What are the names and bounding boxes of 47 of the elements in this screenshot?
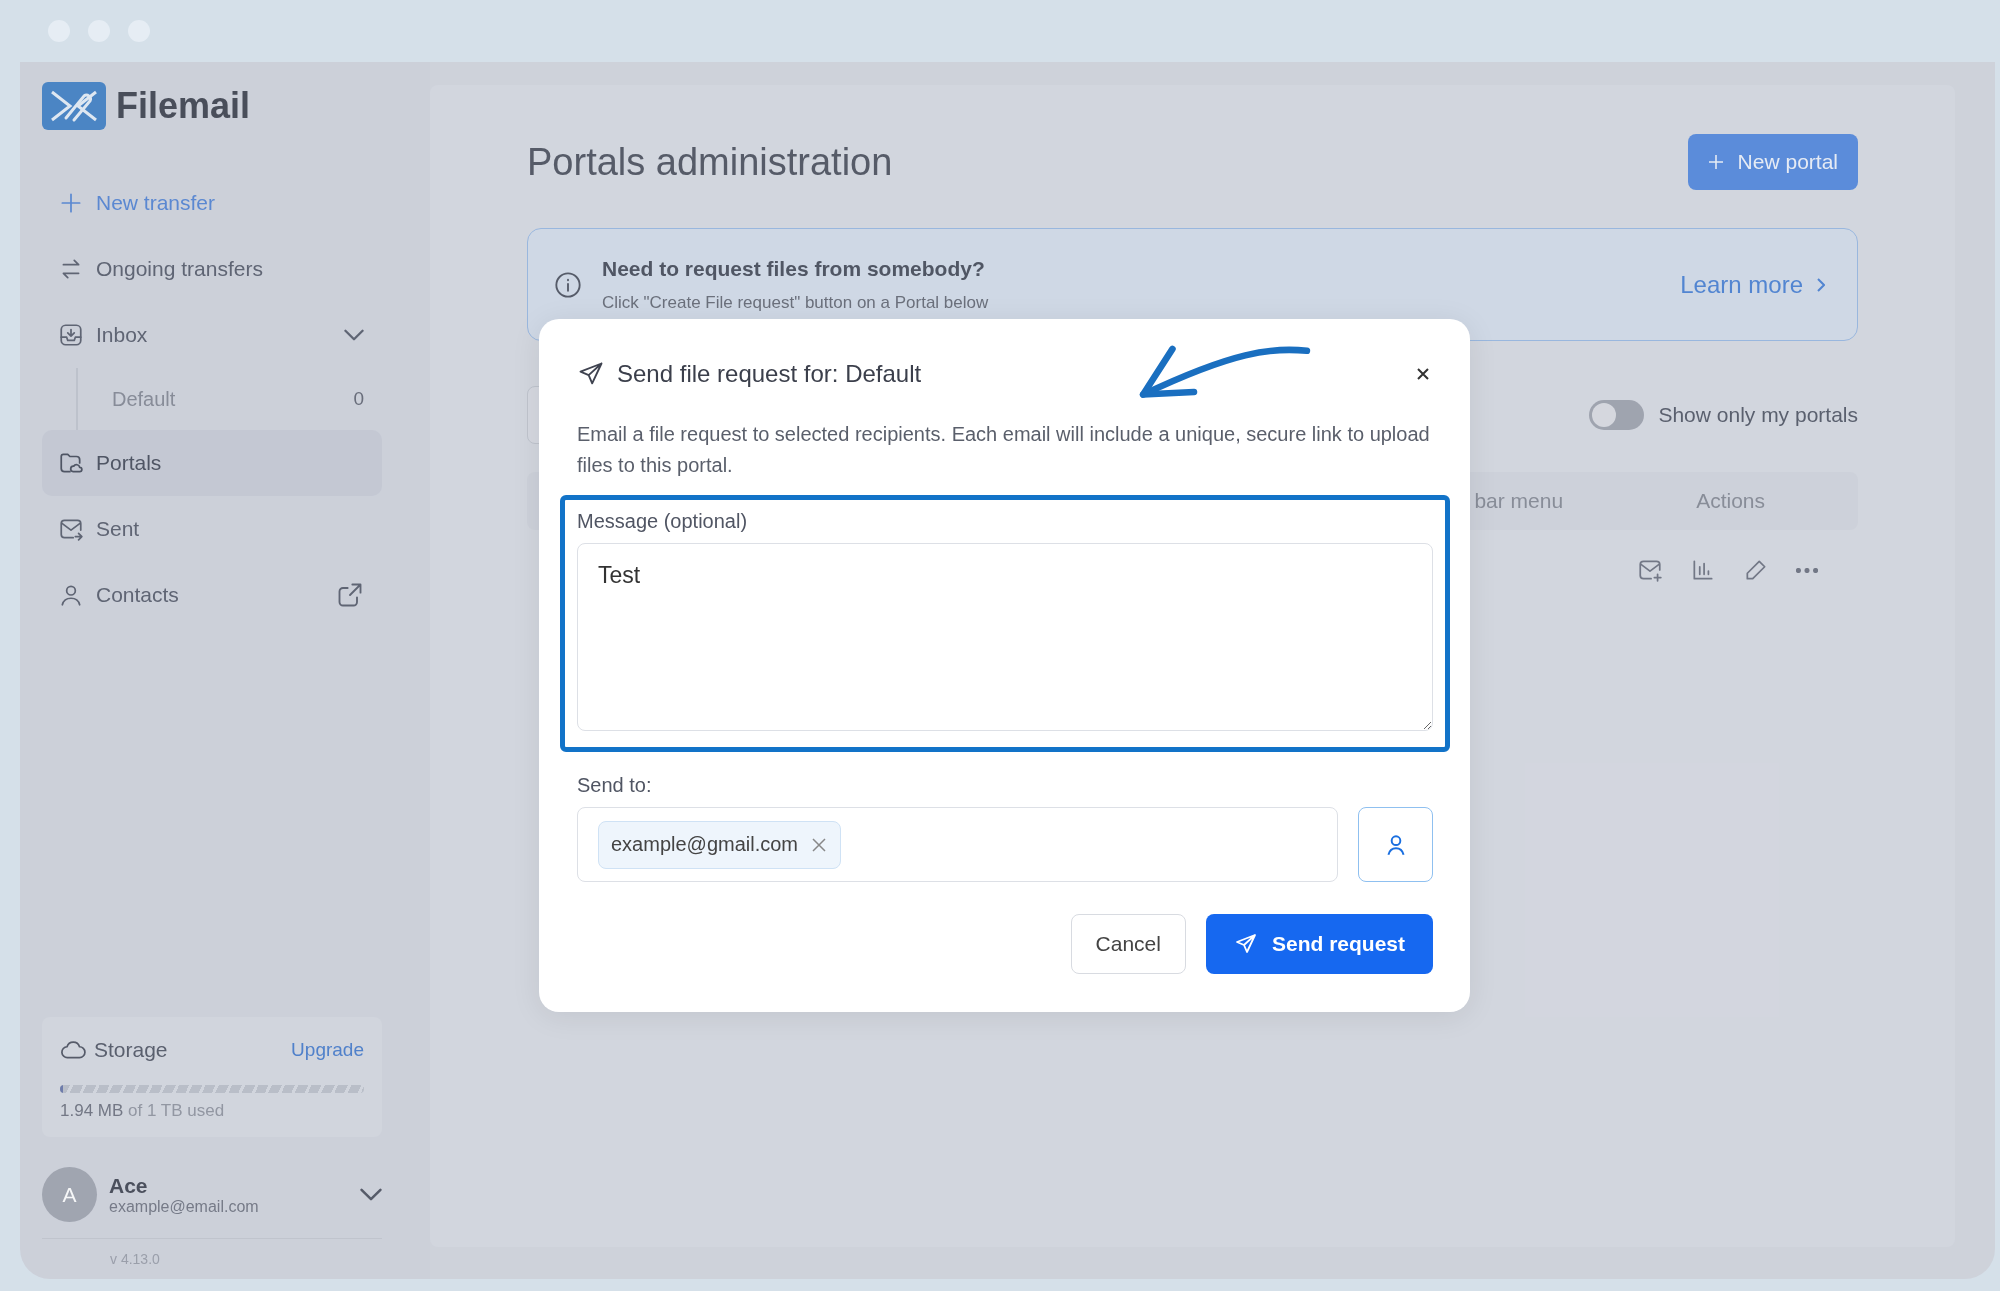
sidebar-subitem[interactable]: Default 0: [78, 368, 382, 430]
user-email: example@email.com: [109, 1197, 260, 1216]
mail-plus-icon: [1637, 557, 1663, 583]
chevron-down-icon: [360, 1188, 382, 1201]
send-to-label: Send to:: [577, 774, 653, 797]
dialog-title: Send file request for: Default: [617, 360, 922, 388]
message-field[interactable]: Test: [577, 543, 1433, 731]
upgrade-link[interactable]: Upgrade: [291, 1039, 364, 1061]
toggle-switch[interactable]: [1589, 400, 1645, 430]
paper-plane-icon: [1233, 932, 1258, 956]
sidebar-item[interactable]: Sent: [42, 496, 382, 562]
toggle-label: Show only my portals: [1658, 403, 1858, 427]
user-name: Ace: [109, 1173, 149, 1198]
avatar[interactable]: A: [42, 1167, 97, 1222]
sidebar-item[interactable]: Ongoing transfers: [42, 236, 382, 302]
banner-text: Click "Create File request" button on a Portal below: [602, 292, 990, 313]
storage-title: Storage: [94, 1038, 169, 1062]
brand-name: Filemail: [116, 85, 251, 127]
logo-icon: [42, 82, 106, 130]
sidebar-item[interactable]: New transfer: [42, 170, 382, 236]
storage-usage: 1.94 MB of 1 TB used: [60, 1101, 226, 1121]
mail-arrow-icon: [58, 516, 84, 542]
page-title: Portals administration: [527, 140, 893, 184]
plus-icon: [1707, 154, 1724, 170]
send-request-button[interactable]: Send request: [1205, 914, 1433, 974]
dialog-description: Email a file request to selected recipients. Each email will include a unique, secure link to upload files to this portal.: [577, 422, 1431, 478]
learn-more-link[interactable]: Learn more: [1680, 270, 1825, 299]
recipients-field[interactable]: example@gmail.com: [577, 807, 1338, 882]
message-label: Message (optional): [577, 510, 749, 533]
sidebar-item[interactable]: Portals: [42, 430, 382, 496]
cancel-button[interactable]: Cancel: [1070, 914, 1186, 974]
more-icon: [1796, 567, 1818, 573]
folder-cloud-icon: [58, 450, 84, 476]
chevron-right-icon: [1817, 277, 1825, 292]
close-icon[interactable]: [812, 837, 827, 852]
column-header: bar menu: [1474, 489, 1564, 513]
external-link-icon: [336, 581, 364, 609]
sidebar-item[interactable]: Contacts: [42, 562, 382, 628]
info-icon: [554, 270, 582, 299]
column-header: Actions: [1696, 489, 1765, 513]
inbox-icon: [58, 322, 84, 348]
banner-title: Need to request files from somebody?: [602, 256, 986, 281]
sidebar-item[interactable]: Inbox: [42, 302, 382, 368]
recipient-chip[interactable]: example@gmail.com: [598, 820, 842, 869]
contacts-button[interactable]: [1358, 807, 1433, 882]
item-count: 0: [353, 388, 364, 410]
new-portal-button[interactable]: New portal: [1687, 134, 1858, 190]
